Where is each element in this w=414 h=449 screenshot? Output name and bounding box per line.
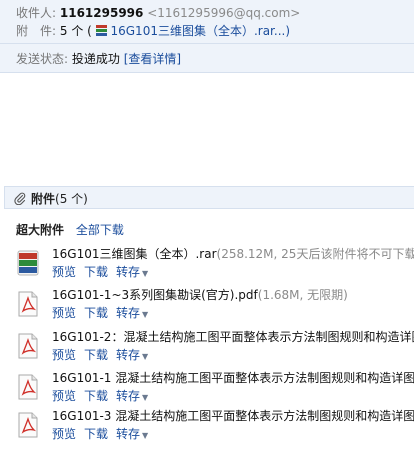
file-name-line: 16G101三维图集（全本）.rar(258.12M, 25天后该附件将不可下载… [52, 245, 414, 262]
status-value: 投递成功 [71, 52, 120, 66]
download-link[interactable]: 下载 [84, 265, 108, 279]
forward-dropdown[interactable]: 转存 ▼ [116, 306, 148, 320]
rar-archive-icon [95, 25, 107, 36]
file-name-link[interactable]: 16G101-1~3系列图集勘误(官方).pdf [52, 288, 258, 302]
forward-label: 转存 [116, 306, 141, 320]
status-label: 发送状态: [16, 52, 69, 66]
file-name-line: 16G101-1~3系列图集勘误(官方).pdf(1.68M, 无限期) [52, 286, 414, 303]
recipient-label: 收件人: [16, 6, 57, 20]
preview-link[interactable]: 预览 [52, 389, 76, 403]
attachment-count: 5 个 ( [59, 24, 92, 38]
attachments-count: (5 个) [55, 192, 88, 206]
pdf-file-icon [18, 374, 38, 400]
attachment-item: 16G101-1~3系列图集勘误(官方).pdf(1.68M, 无限期) 预览下… [16, 286, 414, 328]
chevron-down-icon: ▼ [142, 393, 149, 402]
big-attachments-label: 超大附件 [16, 223, 65, 237]
status-details-link[interactable]: [查看详情] [124, 52, 181, 66]
pdf-file-icon [18, 291, 38, 317]
attachment-item: 16G101-1 混凝土结构施工图平面整体表示方法制图规则和构造详图 预览 下载转… [16, 369, 414, 411]
big-attachments-row: 超大附件 全部下载 [16, 221, 124, 238]
forward-dropdown[interactable]: 转存 ▼ [116, 389, 148, 403]
recipient-row: 收件人: 1161295996 <1161295996@qq.com> [16, 4, 300, 21]
forward-label: 转存 [116, 265, 141, 279]
file-name-line: 16G101-1 混凝土结构施工图平面整体表示方法制图规则和构造详图 [52, 369, 414, 386]
attachment-first-link[interactable]: 16G101三维图集（全本）.rar [110, 24, 273, 38]
recipient-email[interactable]: <1161295996@qq.com> [147, 6, 300, 20]
forward-dropdown[interactable]: 转存 ▼ [116, 265, 148, 279]
file-meta: (1.68M, 无限期) [257, 288, 348, 302]
file-actions: 预览 下载 转存 ▼ [52, 346, 156, 363]
download-link[interactable]: 下载 [84, 389, 108, 403]
attachment-item: 16G101-3 混凝土结构施工图平面整体表示方法制图规则和构造详图 预览 下载转… [16, 407, 414, 449]
pdf-file-icon [18, 412, 38, 438]
forward-dropdown[interactable]: 转存 ▼ [116, 348, 148, 362]
file-actions: 预览 下载 转存 ▼ [52, 263, 156, 280]
forward-label: 转存 [116, 427, 141, 441]
file-name-link[interactable]: 16G101-2：混凝土结构施工图平面整体表示方法制图规则和构造详图 [52, 330, 414, 344]
chevron-down-icon: ▼ [142, 352, 149, 361]
preview-link[interactable]: 预览 [52, 348, 76, 362]
attachment-item: 16G101三维图集（全本）.rar(258.12M, 25天后该附件将不可下载… [16, 245, 414, 287]
chevron-down-icon: ▼ [142, 431, 149, 440]
attachment-summary-row: 附 件: 5 个 ( 16G101三维图集（全本）.rar...) [16, 22, 290, 39]
header-divider [0, 43, 414, 44]
preview-link[interactable]: 预览 [52, 306, 76, 320]
file-name-line: 16G101-2：混凝土结构施工图平面整体表示方法制图规则和构造详图 [52, 328, 414, 345]
file-name-line: 16G101-3 混凝土结构施工图平面整体表示方法制图规则和构造详图 [52, 407, 414, 424]
file-name-link[interactable]: 16G101-1 混凝土结构施工图平面整体表示方法制图规则和构造详图 [52, 371, 414, 385]
forward-label: 转存 [116, 348, 141, 362]
chevron-down-icon: ▼ [142, 310, 149, 319]
download-link[interactable]: 下载 [84, 348, 108, 362]
forward-label: 转存 [116, 389, 141, 403]
forward-dropdown[interactable]: 转存 ▼ [116, 427, 148, 441]
chevron-down-icon: ▼ [142, 269, 149, 278]
download-link[interactable]: 下载 [84, 306, 108, 320]
preview-link[interactable]: 预览 [52, 265, 76, 279]
download-all-link[interactable]: 全部下载 [76, 223, 124, 237]
status-row: 发送状态: 投递成功 [查看详情] [16, 50, 181, 67]
file-name-link[interactable]: 16G101三维图集（全本）.rar [52, 247, 217, 261]
attachment-more: ...) [273, 24, 291, 38]
file-actions: 预览 下载 转存 ▼ [52, 304, 156, 321]
file-actions: 预览 下载 转存 ▼ [52, 387, 156, 404]
file-meta: (258.12M, 25天后该附件将不可下载) [216, 247, 414, 261]
rar-archive-icon [17, 250, 39, 276]
file-actions: 预览 下载 转存 ▼ [52, 425, 156, 442]
attachments-title-text: 附件 [31, 192, 56, 206]
preview-link[interactable]: 预览 [52, 427, 76, 441]
recipient-name[interactable]: 1161295996 [60, 6, 144, 20]
attachments-bar: 附件(5 个) [4, 186, 414, 209]
file-name-link[interactable]: 16G101-3 混凝土结构施工图平面整体表示方法制图规则和构造详图 [52, 409, 414, 423]
paperclip-icon [14, 192, 26, 205]
download-link[interactable]: 下载 [84, 427, 108, 441]
attachments-title: 附件(5 个) [31, 190, 88, 207]
mail-header: 收件人: 1161295996 <1161295996@qq.com> 附 件:… [0, 0, 414, 73]
attachment-label: 附 件: [16, 24, 57, 38]
pdf-file-icon [18, 333, 38, 359]
attachment-item: 16G101-2：混凝土结构施工图平面整体表示方法制图规则和构造详图 预览 下载转… [16, 328, 414, 370]
